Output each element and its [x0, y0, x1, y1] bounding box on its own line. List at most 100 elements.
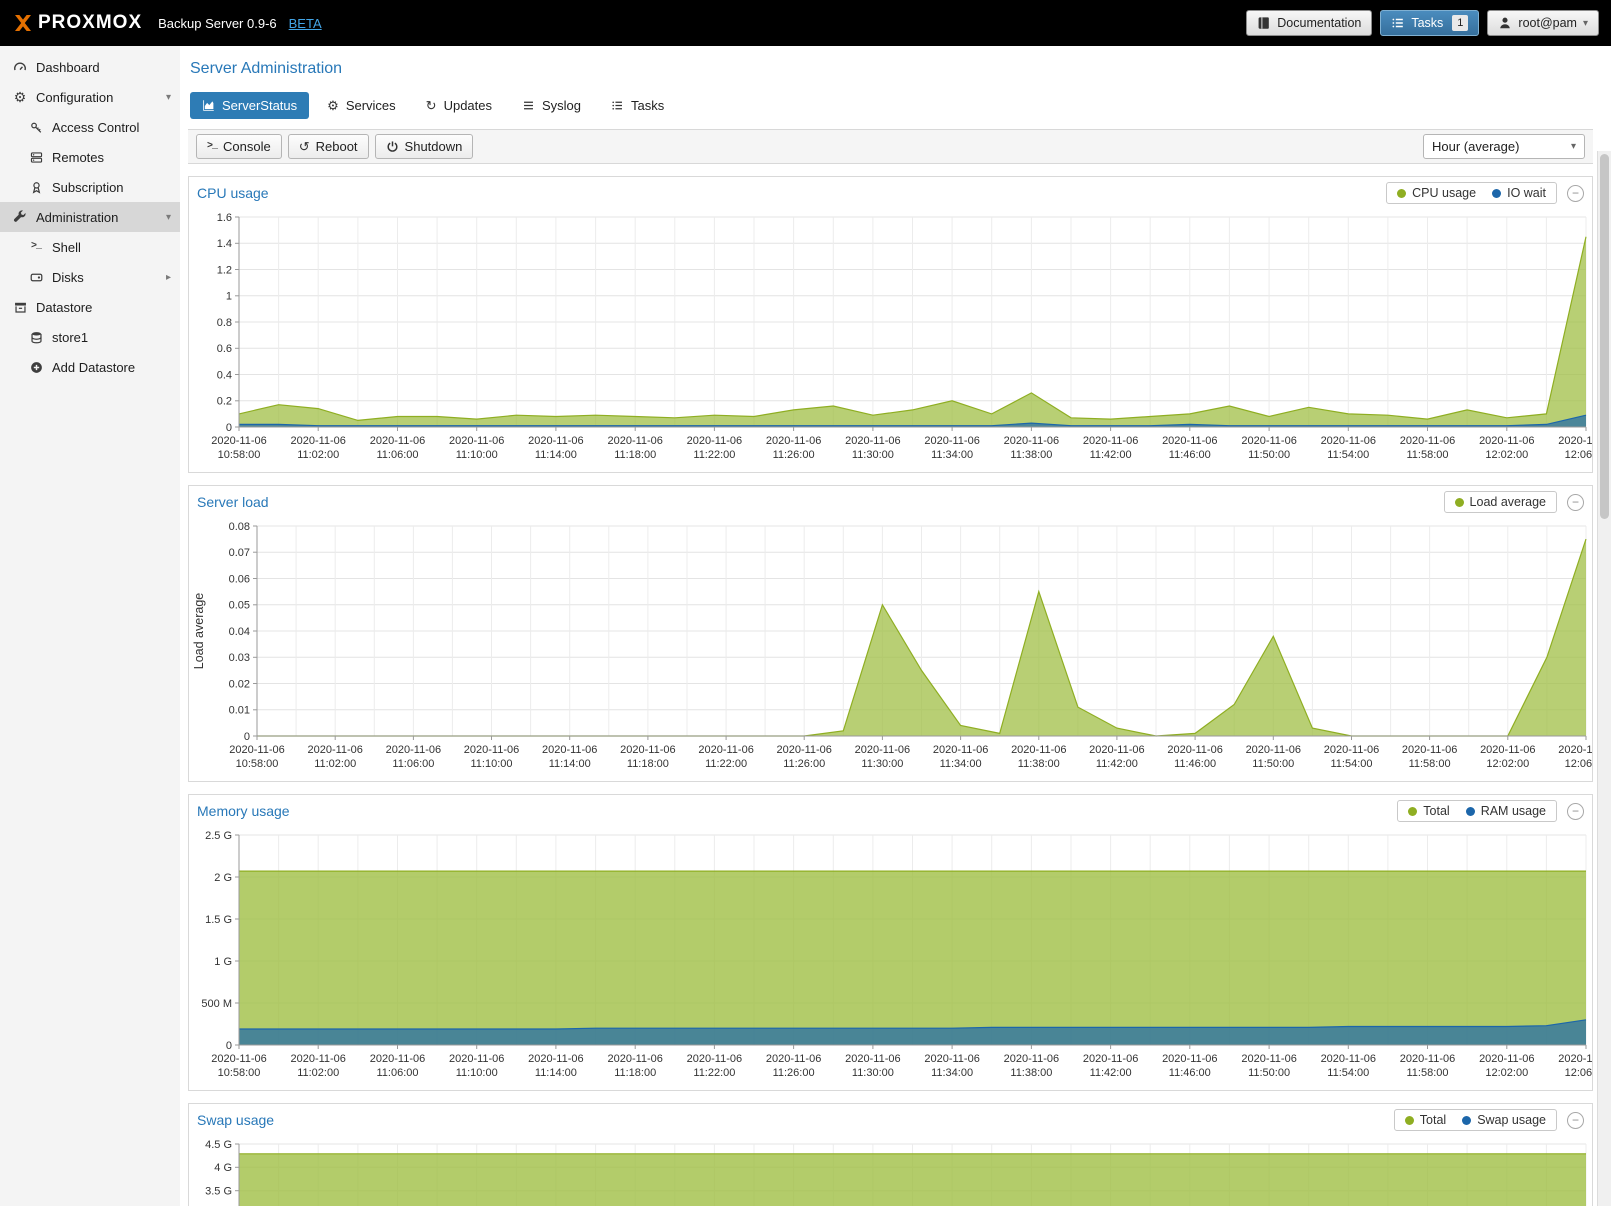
tab-serverstatus[interactable]: ServerStatus — [190, 92, 309, 119]
svg-text:11:54:00: 11:54:00 — [1327, 1067, 1369, 1079]
svg-text:12:02:00: 12:02:00 — [1485, 1067, 1528, 1079]
svg-text:11:10:00: 11:10:00 — [456, 1067, 498, 1079]
sidebar-item-datastore[interactable]: Datastore — [0, 292, 180, 322]
collapse-panel-button[interactable]: − — [1567, 185, 1584, 202]
book-icon — [1257, 16, 1271, 30]
legend-item: RAM usage — [1466, 804, 1546, 818]
reboot-icon: ↺ — [299, 139, 310, 155]
tab-services[interactable]: ⚙ Services — [315, 92, 408, 119]
sidebar-item-configuration[interactable]: ⚙ Configuration ▾ — [0, 82, 180, 112]
svg-text:2020-11-06: 2020-11-06 — [528, 435, 583, 447]
user-icon — [1498, 16, 1512, 30]
chart-panels: CPU usage CPU usageIO wait − 00.20.40.60… — [188, 176, 1593, 1206]
vertical-scrollbar[interactable] — [1597, 151, 1611, 1206]
tasks-button[interactable]: Tasks 1 — [1380, 10, 1479, 36]
terminal-icon: >_ — [207, 141, 217, 152]
server-load-panel: Server load Load average − 00.010.020.03… — [188, 485, 1593, 782]
svg-text:11:22:00: 11:22:00 — [693, 1067, 735, 1079]
svg-text:2020-11-06: 2020-11-06 — [290, 435, 345, 447]
scrollbar-thumb[interactable] — [1600, 154, 1609, 519]
svg-text:2020-11-06: 2020-11-06 — [1241, 1053, 1296, 1065]
logo-wordmark: PROXMOX — [38, 12, 142, 34]
svg-text:11:50:00: 11:50:00 — [1248, 1067, 1290, 1079]
svg-text:2020-11-06: 2020-11-06 — [290, 1053, 345, 1065]
svg-text:11:54:00: 11:54:00 — [1330, 758, 1372, 770]
beta-link[interactable]: BETA — [289, 16, 322, 31]
main-content: Server Administration ServerStatus ⚙ Ser… — [180, 46, 1611, 1206]
svg-text:11:02:00: 11:02:00 — [297, 1067, 339, 1079]
legend-item: IO wait — [1492, 186, 1546, 200]
shutdown-label: Shutdown — [405, 139, 463, 154]
svg-text:0: 0 — [244, 731, 250, 743]
svg-text:0: 0 — [226, 1040, 232, 1052]
sidebar-item-disks[interactable]: Disks ▸ — [0, 262, 180, 292]
svg-text:500 M: 500 M — [201, 998, 232, 1010]
svg-text:11:50:00: 11:50:00 — [1252, 758, 1294, 770]
tab-bar: ServerStatus ⚙ Services ↻ Updates Syslog… — [188, 92, 1593, 119]
chevron-right-icon: ▸ — [166, 272, 171, 283]
sidebar-item-shell[interactable]: >_ Shell — [0, 232, 180, 262]
svg-text:2020-11-06: 2020-11-06 — [307, 744, 362, 756]
svg-text:2020-11-06: 2020-11-06 — [1011, 744, 1066, 756]
sidebar-item-dashboard[interactable]: Dashboard — [0, 52, 180, 82]
sidebar-item-label: Configuration — [36, 90, 113, 105]
svg-text:12:02:00: 12:02:00 — [1486, 758, 1529, 770]
legend-label: Total — [1420, 1113, 1446, 1127]
svg-text:2020-11-06: 2020-11-06 — [1004, 435, 1059, 447]
sidebar-item-add-datastore[interactable]: Add Datastore — [0, 352, 180, 382]
sidebar-item-access-control[interactable]: Access Control — [0, 112, 180, 142]
collapse-panel-button[interactable]: − — [1567, 1112, 1584, 1129]
tab-tasks[interactable]: Tasks — [599, 92, 676, 119]
svg-text:2020-11-06: 2020-11-06 — [229, 744, 284, 756]
svg-text:2020-11-06: 2020-11-06 — [449, 1053, 504, 1065]
power-icon — [386, 140, 399, 153]
svg-text:11:34:00: 11:34:00 — [940, 758, 982, 770]
svg-text:1.2: 1.2 — [217, 264, 232, 276]
key-icon — [28, 121, 44, 134]
reboot-button[interactable]: ↺ Reboot — [288, 134, 369, 159]
svg-text:11:02:00: 11:02:00 — [297, 449, 339, 461]
user-label: root@pam — [1518, 16, 1577, 30]
svg-text:11:30:00: 11:30:00 — [852, 449, 894, 461]
legend-label: Load average — [1470, 495, 1546, 509]
product-title: Backup Server 0.9-6 — [158, 16, 277, 31]
svg-text:3.5 G: 3.5 G — [205, 1186, 232, 1198]
legend-dot — [1397, 189, 1406, 198]
collapse-panel-button[interactable]: − — [1567, 803, 1584, 820]
tab-syslog[interactable]: Syslog — [510, 92, 593, 119]
svg-text:12:02:00: 12:02:00 — [1485, 449, 1528, 461]
svg-text:2020-11-06: 2020-11-06 — [1324, 744, 1379, 756]
svg-text:2020-11-06: 2020-11-06 — [620, 744, 675, 756]
svg-text:2020-11-06: 2020-11-06 — [386, 744, 441, 756]
sidebar-item-label: store1 — [52, 330, 88, 345]
svg-text:11:26:00: 11:26:00 — [783, 758, 825, 770]
chart-canvas: 0500 M1 G1.5 G2 G2.5 G3 G3.5 G4 G4.5 G20… — [189, 1136, 1592, 1206]
svg-text:2020-11-06: 2020-11-06 — [845, 1053, 900, 1065]
svg-text:11:54:00: 11:54:00 — [1327, 449, 1369, 461]
svg-text:4.5 G: 4.5 G — [205, 1139, 232, 1151]
panel-title: Server load — [197, 494, 269, 510]
legend-label: Swap usage — [1477, 1113, 1546, 1127]
tab-label: Tasks — [631, 98, 664, 113]
shutdown-button[interactable]: Shutdown — [375, 134, 474, 159]
sidebar-item-remotes[interactable]: Remotes — [0, 142, 180, 172]
svg-text:2020-11-06: 2020-11-06 — [1241, 435, 1296, 447]
console-button[interactable]: >_ Console — [196, 134, 282, 159]
sidebar-item-label: Access Control — [52, 120, 139, 135]
collapse-panel-button[interactable]: − — [1567, 494, 1584, 511]
documentation-button[interactable]: Documentation — [1246, 10, 1372, 36]
time-range-select[interactable]: Hour (average) ▾ — [1423, 134, 1585, 159]
sidebar-item-subscription[interactable]: Subscription — [0, 172, 180, 202]
terminal-icon: >_ — [28, 242, 44, 252]
svg-text:11:58:00: 11:58:00 — [1406, 449, 1448, 461]
task-list-icon — [1391, 16, 1405, 30]
panel-title: CPU usage — [197, 185, 269, 201]
sidebar-item-store1[interactable]: store1 — [0, 322, 180, 352]
tab-updates[interactable]: ↻ Updates — [414, 92, 504, 119]
sidebar-item-label: Dashboard — [36, 60, 100, 75]
svg-text:11:42:00: 11:42:00 — [1096, 758, 1138, 770]
list-icon — [522, 99, 535, 112]
sidebar-item-administration[interactable]: Administration ▾ — [0, 202, 180, 232]
database-icon — [28, 331, 44, 344]
user-menu-button[interactable]: root@pam ▾ — [1487, 10, 1599, 36]
